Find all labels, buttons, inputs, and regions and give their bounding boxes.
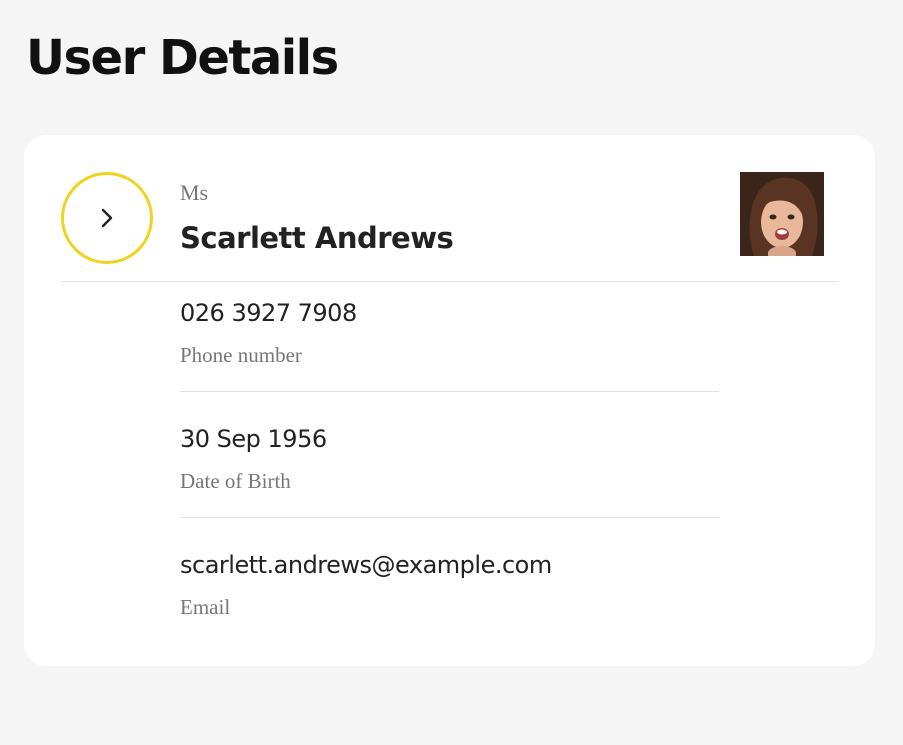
user-salutation: Ms xyxy=(180,180,209,205)
chevron-right-icon xyxy=(101,208,113,228)
detail-divider xyxy=(180,517,719,518)
email-label: Email xyxy=(180,595,231,619)
page-title: User Details xyxy=(26,30,339,86)
email-value: scarlett.andrews@example.com xyxy=(180,551,552,579)
phone-value: 026 3927 7908 xyxy=(180,299,357,327)
user-name: Scarlett Andrews xyxy=(180,221,454,255)
user-details-card: Ms Scarlett Andrews 026 3927 7908 Phone … xyxy=(24,135,875,666)
dob-value: 30 Sep 1956 xyxy=(180,425,327,453)
header-divider xyxy=(61,281,838,282)
avatar-photo xyxy=(740,172,824,256)
avatar xyxy=(740,172,824,256)
phone-label: Phone number xyxy=(180,343,302,367)
expand-button[interactable] xyxy=(61,172,153,264)
detail-divider xyxy=(180,391,719,392)
dob-label: Date of Birth xyxy=(180,469,291,493)
